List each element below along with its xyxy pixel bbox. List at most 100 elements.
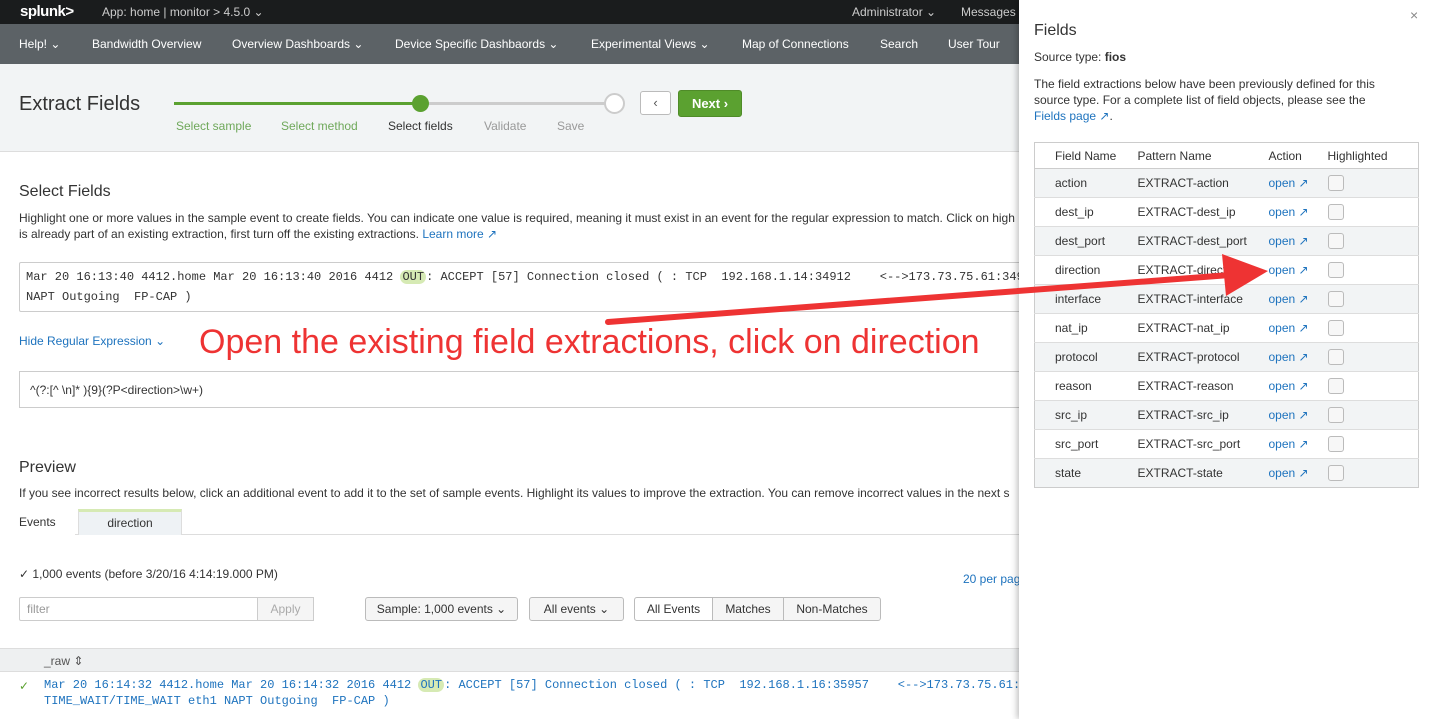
open-link[interactable]: open ↗ — [1269, 466, 1309, 480]
open-link[interactable]: open ↗ — [1269, 321, 1309, 335]
raw-event-text: Mar 20 16:14:32 4412.home Mar 20 16:14:3… — [44, 678, 1021, 708]
hide-regex-toggle[interactable]: Hide Regular Expression ⌄ — [19, 334, 165, 348]
table-row[interactable]: ✓ Mar 20 16:14:32 4412.home Mar 20 16:14… — [0, 676, 1020, 719]
table-row: state EXTRACT-state open ↗ — [1034, 458, 1419, 488]
field-name-cell: dest_ip — [1034, 197, 1138, 227]
nav-user-tour[interactable]: User Tour — [948, 37, 1000, 51]
highlight-checkbox[interactable] — [1327, 378, 1344, 394]
filter-input[interactable]: filter — [19, 597, 258, 621]
open-link[interactable]: open ↗ — [1269, 408, 1309, 422]
back-button[interactable]: ‹ — [640, 91, 671, 115]
pattern-name-cell: EXTRACT-action — [1137, 168, 1269, 198]
highlight-checkbox[interactable] — [1327, 175, 1344, 191]
sample-size-dropdown[interactable]: Sample: 1,000 events ⌄ — [365, 597, 518, 621]
field-name-cell: protocol — [1034, 342, 1138, 372]
action-cell: open ↗ — [1268, 226, 1328, 256]
preview-desc: If you see incorrect results below, clic… — [19, 486, 1010, 500]
highlight-checkbox[interactable] — [1327, 262, 1344, 278]
highlighted-cell — [1327, 255, 1419, 285]
table-row: dest_port EXTRACT-dest_port open ↗ — [1034, 226, 1419, 256]
highlighted-cell — [1327, 226, 1419, 256]
open-link[interactable]: open ↗ — [1269, 263, 1309, 277]
seg-matches[interactable]: Matches — [712, 597, 784, 621]
highlighted-cell — [1327, 313, 1419, 343]
nav-search[interactable]: Search — [880, 37, 918, 51]
pattern-name-cell: EXTRACT-state — [1137, 458, 1269, 488]
splunk-logo[interactable]: splunk> — [20, 3, 74, 20]
apply-button[interactable]: Apply — [257, 597, 314, 621]
table-row: src_port EXTRACT-src_port open ↗ — [1034, 429, 1419, 459]
seg-non-matches[interactable]: Non-Matches — [783, 597, 881, 621]
seg-all-events[interactable]: All Events — [634, 597, 713, 621]
select-fields-title: Select Fields — [19, 183, 111, 200]
results-table-header: _raw ⇕ — [0, 648, 1020, 672]
highlight-checkbox[interactable] — [1327, 291, 1344, 307]
preview-title: Preview — [19, 459, 76, 476]
extract-fields-header: Extract Fields Select sample Select meth… — [0, 64, 1020, 152]
all-events-dropdown[interactable]: All events ⌄ — [529, 597, 624, 621]
open-link[interactable]: open ↗ — [1269, 234, 1309, 248]
open-link[interactable]: open ↗ — [1269, 205, 1309, 219]
per-page-selector[interactable]: 20 per pag — [963, 572, 1020, 586]
table-row: src_ip EXTRACT-src_ip open ↗ — [1034, 400, 1419, 430]
close-icon[interactable]: × — [1410, 7, 1418, 23]
highlight-checkbox[interactable] — [1327, 320, 1344, 336]
highlight-checkbox[interactable] — [1327, 407, 1344, 423]
tab-events[interactable]: Events — [0, 509, 75, 535]
action-cell: open ↗ — [1268, 197, 1328, 227]
nav-overview-dashboards[interactable]: Overview Dashboards ⌄ — [232, 37, 363, 51]
col-pattern-name: Pattern Name — [1137, 142, 1269, 169]
highlight-checkbox[interactable] — [1327, 436, 1344, 452]
nav-map-of-connections[interactable]: Map of Connections — [742, 37, 849, 51]
pattern-name-cell: EXTRACT-nat_ip — [1137, 313, 1269, 343]
table-row: reason EXTRACT-reason open ↗ — [1034, 371, 1419, 401]
nav-device-dashboards[interactable]: Device Specific Dashbaords ⌄ — [395, 37, 558, 51]
events-count: ✓ 1,000 events (before 3/20/16 4:14:19.0… — [19, 567, 278, 581]
field-name-cell: src_ip — [1034, 400, 1138, 430]
action-cell: open ↗ — [1268, 313, 1328, 343]
action-cell: open ↗ — [1268, 284, 1328, 314]
table-row: dest_ip EXTRACT-dest_ip open ↗ — [1034, 197, 1419, 227]
fields-page-link[interactable]: Fields page ↗ — [1034, 109, 1109, 123]
field-name-cell: nat_ip — [1034, 313, 1138, 343]
highlight-checkbox[interactable] — [1327, 233, 1344, 249]
progress-remaining — [420, 102, 614, 105]
source-type: Source type: fios — [1034, 50, 1127, 64]
panel-description: The field extractions below have been pr… — [1034, 77, 1375, 123]
open-link[interactable]: open ↗ — [1269, 437, 1309, 451]
highlighted-value[interactable]: OUT — [400, 270, 427, 284]
highlight-checkbox[interactable] — [1327, 465, 1344, 481]
tab-direction[interactable]: direction — [78, 509, 182, 535]
action-cell: open ↗ — [1268, 342, 1328, 372]
raw-column-header[interactable]: _raw ⇕ — [44, 654, 83, 668]
pattern-name-cell: EXTRACT-dest_ip — [1137, 197, 1269, 227]
step-select-method: Select method — [281, 119, 358, 133]
open-link[interactable]: open ↗ — [1269, 176, 1309, 190]
highlight-checkbox[interactable] — [1327, 349, 1344, 365]
learn-more-link[interactable]: Learn more ↗ — [422, 227, 497, 241]
highlighted-cell — [1327, 400, 1419, 430]
table-row: protocol EXTRACT-protocol open ↗ — [1034, 342, 1419, 372]
open-link[interactable]: open ↗ — [1269, 379, 1309, 393]
pattern-name-cell: EXTRACT-reason — [1137, 371, 1269, 401]
highlight-checkbox[interactable] — [1327, 204, 1344, 220]
messages-menu[interactable]: Messages — [961, 5, 1016, 19]
user-menu[interactable]: Administrator ⌄ — [852, 5, 936, 19]
nav-help[interactable]: Help! ⌄ — [19, 37, 60, 51]
field-name-cell: dest_port — [1034, 226, 1138, 256]
app-selector[interactable]: App: home | monitor > 4.5.0 ⌄ — [102, 5, 264, 19]
open-link[interactable]: open ↗ — [1269, 350, 1309, 364]
action-cell: open ↗ — [1268, 371, 1328, 401]
sample-event[interactable]: Mar 20 16:13:40 4412.home Mar 20 16:13:4… — [19, 262, 1029, 312]
nav-experimental-views[interactable]: Experimental Views ⌄ — [591, 37, 710, 51]
next-button[interactable]: Next › — [678, 90, 742, 117]
regex-display: ^(?:[^ \n]* ){9}(?P<direction>\w+) — [19, 371, 1029, 408]
field-name-cell: src_port — [1034, 429, 1138, 459]
nav-bandwidth-overview[interactable]: Bandwidth Overview — [92, 37, 201, 51]
action-cell: open ↗ — [1268, 168, 1328, 198]
open-link[interactable]: open ↗ — [1269, 292, 1309, 306]
field-name-cell: reason — [1034, 371, 1138, 401]
panel-title: Fields — [1034, 22, 1077, 39]
highlighted-cell — [1327, 284, 1419, 314]
pattern-name-cell: EXTRACT-dest_port — [1137, 226, 1269, 256]
